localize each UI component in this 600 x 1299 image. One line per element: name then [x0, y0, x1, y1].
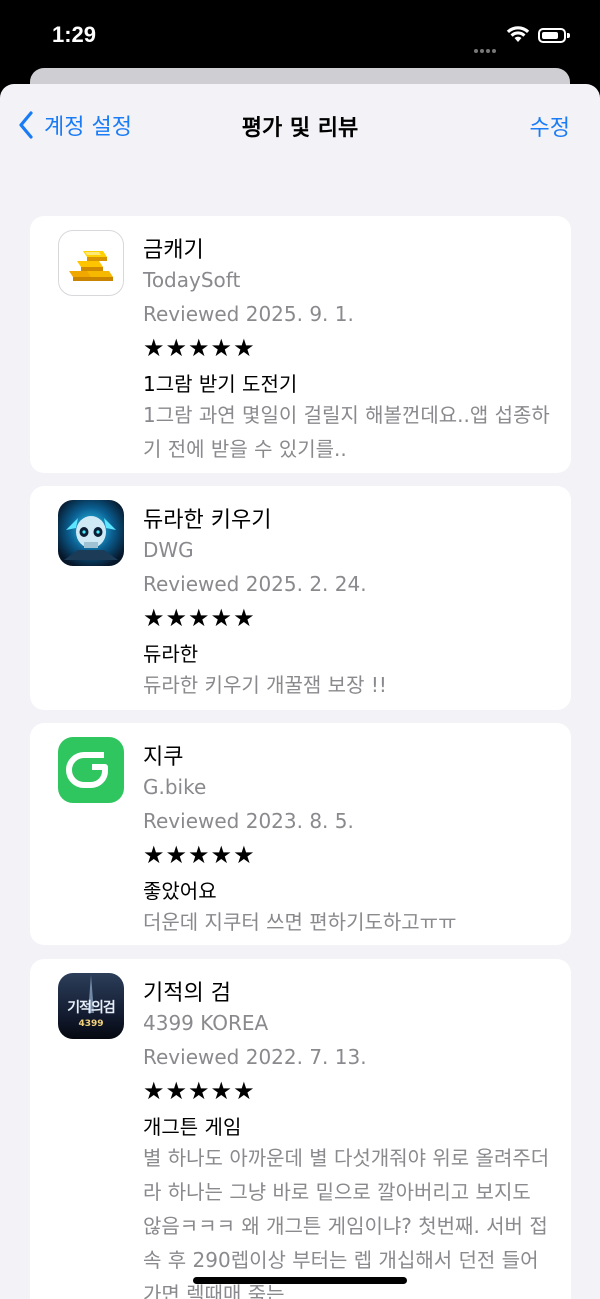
star-rating: ★★★★★: [143, 841, 256, 869]
review-title: 개그튼 게임: [143, 1115, 242, 1139]
review-card[interactable]: 금캐기 TodaySoft Reviewed 2025. 9. 1. ★★★★★…: [30, 216, 571, 473]
home-indicator[interactable]: [193, 1277, 407, 1284]
review-title: 좋았어요: [143, 879, 217, 903]
developer-name: DWG: [143, 538, 194, 562]
review-card[interactable]: 듀라한 키우기 DWG Reviewed 2025. 2. 24. ★★★★★ …: [30, 486, 571, 710]
review-date: Reviewed 2025. 9. 1.: [143, 302, 354, 326]
developer-name: 4399 KOREA: [143, 1011, 269, 1035]
app-name: 듀라한 키우기: [143, 508, 272, 533]
review-body: 1그람 과연 몇일이 걸릴지 해볼껀데요..앱 섭종하기 전에 받을 수 있기를…: [143, 403, 550, 461]
review-date: Reviewed 2023. 8. 5.: [143, 809, 354, 833]
app-name: 지쿠: [143, 745, 184, 770]
app-name: 기적의 검: [143, 981, 231, 1006]
review-body: 더운데 지쿠터 쓰면 편하기도하고ㅠㅠ: [143, 910, 457, 934]
gold-bars-icon: [58, 230, 124, 296]
app-name: 금캐기: [143, 238, 204, 263]
cellular-signal-icon: [474, 38, 498, 57]
star-rating: ★★★★★: [143, 604, 256, 632]
icon-game-subtitle: 4399: [78, 1019, 104, 1029]
review-card[interactable]: 기적의검 4399 기적의 검 4399 KOREA Reviewed 2022…: [30, 959, 571, 1299]
star-rating: ★★★★★: [143, 1077, 256, 1105]
skull-knight-icon: [58, 500, 124, 566]
developer-name: G.bike: [143, 775, 207, 799]
star-rating: ★★★★★: [143, 334, 256, 362]
status-bar: 1:29: [0, 0, 600, 70]
wifi-icon: [506, 25, 530, 47]
review-body: 듀라한 키우기 개꿀잼 보장 !!: [143, 673, 387, 697]
edit-button[interactable]: 수정: [530, 110, 570, 142]
ratings-reviews-sheet: 계정 설정 평가 및 리뷰 수정 금캐기 TodaySoft Reviewed …: [0, 84, 600, 1299]
status-time: 1:29: [52, 22, 97, 47]
review-title: 1그람 받기 도전기: [143, 372, 298, 396]
review-date: Reviewed 2022. 7. 13.: [143, 1045, 367, 1069]
review-title: 듀라한: [143, 642, 199, 666]
navigation-bar: 계정 설정 평가 및 리뷰 수정: [0, 84, 600, 164]
review-body: 별 하나도 아까운데 별 다섯개줘야 위로 올려주더라 하나는 그냥 바로 밑으…: [143, 1146, 550, 1299]
review-card[interactable]: 지쿠 G.bike Reviewed 2023. 8. 5. ★★★★★ 좋았어…: [30, 723, 571, 945]
page-title: 평가 및 리뷰: [241, 116, 359, 141]
sword-game-icon: 기적의검 4399: [58, 973, 124, 1039]
battery-icon: [538, 28, 570, 43]
developer-name: TodaySoft: [143, 268, 241, 292]
gbike-logo-icon: [58, 737, 124, 803]
icon-game-title: 기적의검: [67, 1000, 116, 1016]
review-date: Reviewed 2025. 2. 24.: [143, 572, 367, 596]
